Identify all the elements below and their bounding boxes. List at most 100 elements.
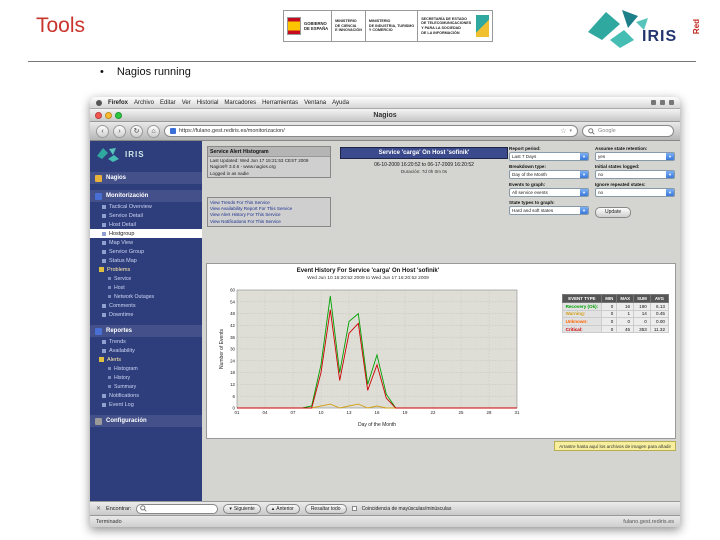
sidebar-item-host-detail[interactable]: Host Detail <box>90 220 202 229</box>
last-updated: Last Updated: Wed Jun 17 15:21:53 CEST 2… <box>210 157 309 163</box>
bullet-icon <box>108 367 111 370</box>
back-button[interactable]: ‹ <box>96 124 109 138</box>
sidebar-item-service-group[interactable]: Service Group <box>90 247 202 256</box>
menu-extra-icon[interactable] <box>651 100 656 105</box>
magnifier-icon <box>588 127 595 135</box>
svg-text:42: 42 <box>230 323 235 328</box>
window-title: Nagios <box>373 111 397 119</box>
update-button[interactable]: Update <box>595 206 632 218</box>
forward-button[interactable]: › <box>113 124 126 138</box>
legend-table: EVENT TYPE MIN MAX SUM AVG Recovery (Ok): 0 16 1… <box>561 294 670 334</box>
sidebar-item-network-outages[interactable]: Network Outages <box>90 292 202 301</box>
sidebar-item-problems[interactable]: Problems <box>90 265 202 274</box>
home-button[interactable]: ⌂ <box>147 124 160 138</box>
highlight-all-button[interactable]: Resaltar todo <box>304 503 347 514</box>
legend-header-row: EVENT TYPE MIN MAX SUM AVG <box>561 294 670 303</box>
address-bar[interactable]: https://fulano.gest.rediris.es/monitoriz… <box>164 125 578 137</box>
sidebar-item-service-detail[interactable]: Service Detail <box>90 211 202 220</box>
report-title: Service Alert Histogram <box>208 147 330 157</box>
sidebar-item-tactical-overview[interactable]: Tactical Overview <box>90 202 202 211</box>
svg-text:48: 48 <box>230 311 235 316</box>
sidebar-item-reportes[interactable]: Reportes <box>90 325 202 337</box>
sidebar-item-summary[interactable]: Summary <box>90 382 202 391</box>
menu-historial[interactable]: Historial <box>197 100 219 106</box>
sidebar-item-histogram[interactable]: Histogram <box>90 364 202 373</box>
menu-marcadores[interactable]: Marcadores <box>224 100 256 106</box>
match-case-checkbox[interactable] <box>351 506 357 511</box>
select-initial-states-logged[interactable]: no ▾ <box>595 170 675 179</box>
menu-ayuda[interactable]: Ayuda <box>332 100 349 106</box>
svg-text:10: 10 <box>319 410 324 415</box>
sidebar-item-event-log[interactable]: Event Log <box>90 400 202 409</box>
sidebar-brand-text: IRIS <box>125 149 145 159</box>
menu-ver[interactable]: Ver <box>182 100 191 106</box>
sidebar-item-map-view[interactable]: Map View <box>90 238 202 247</box>
page-title: Tools <box>36 14 86 37</box>
sidebar-item-trends[interactable]: Trends <box>90 337 202 346</box>
select-events-to-graph[interactable]: All service events ▾ <box>509 188 589 197</box>
slide: Tools GOBIERNO DE ESPAÑA MINISTERIO DE CI… <box>0 0 720 540</box>
plan-avanza-icon <box>476 15 490 37</box>
drop-images-notice: Arrastre hasta aquí los archivos de imag… <box>554 441 676 451</box>
select-state-types-to-graph[interactable]: Hard and soft states ▾ <box>509 206 589 215</box>
select-ignore-repeated-states[interactable]: no ▾ <box>595 188 675 197</box>
sidebar-item-history[interactable]: History <box>90 373 202 382</box>
select-arrow-icon: ▾ <box>580 189 588 196</box>
reload-button[interactable]: ↻ <box>130 124 143 138</box>
select-breakdown-type[interactable]: Day of the Month ▾ <box>509 170 589 179</box>
select-assume-state-retention[interactable]: yes ▾ <box>595 152 675 161</box>
sidebar-item-service[interactable]: Service <box>90 274 202 283</box>
find-prev-button[interactable]: ▴ Anterior <box>265 503 300 514</box>
legend-header: AVG <box>649 294 670 303</box>
svg-text:25: 25 <box>459 410 464 415</box>
menu-archivo[interactable]: Archivo <box>134 100 154 106</box>
menu-extra-icon[interactable] <box>669 100 674 105</box>
chart-title: Event History For Service 'carga' On Hos… <box>296 268 440 274</box>
sidebar-item-alerts[interactable]: Alerts <box>90 355 202 364</box>
find-next-button[interactable]: ▾ Siguiente <box>223 503 261 514</box>
sidebar-item-notifications[interactable]: Notifications <box>90 391 202 400</box>
rediris-mark-icon <box>97 148 119 162</box>
sidebar-item-nagios[interactable]: Nagios <box>90 172 202 184</box>
svg-text:24: 24 <box>230 358 235 363</box>
bullet-icon <box>108 277 111 280</box>
firefox-window: Firefox Archivo Editar Ver Historial Marcador… <box>90 97 680 527</box>
sidebar-item-status-map[interactable]: Status Map <box>90 256 202 265</box>
report-link-view-notifications-for-this-service[interactable]: View Notifications For This Service <box>210 218 328 224</box>
menu-editar[interactable]: Editar <box>160 100 176 106</box>
down-arrow-icon: ▾ <box>229 505 232 512</box>
sidebar-item-host[interactable]: Host <box>90 283 202 292</box>
menu-firefox[interactable]: Firefox <box>108 100 128 106</box>
sidebar-item-configuraci-n[interactable]: Configuración <box>90 415 202 427</box>
menu-ventana[interactable]: Ventana <box>304 100 326 106</box>
bullet-text: Nagios running <box>116 66 191 78</box>
report-info-box: Service Alert Histogram Last Updated: We… <box>207 146 331 178</box>
select-report-period[interactable]: Last 7 Days ▾ <box>509 152 589 161</box>
bullet-icon <box>102 240 106 245</box>
sidebar-item-downtime[interactable]: Downtime <box>90 310 202 319</box>
legend-row: Recovery (Ok): 0 16 190 6.13 <box>561 302 670 311</box>
window-titlebar[interactable]: Nagios <box>90 109 680 122</box>
svg-text:54: 54 <box>230 299 235 304</box>
control-report-period: Report period: Last 7 Days ▾ <box>509 146 589 161</box>
close-findbar-icon[interactable]: ✕ <box>96 505 101 512</box>
sidebar-item-availability[interactable]: Availability <box>90 346 202 355</box>
menu-herramientas[interactable]: Herramientas <box>262 100 298 106</box>
svg-text:36: 36 <box>230 335 235 340</box>
search-engine-label: Google <box>598 128 616 134</box>
apple-menu-icon[interactable] <box>96 99 102 106</box>
sidebar-item-monitorizaci-n[interactable]: Monitorización <box>90 190 202 202</box>
find-input[interactable] <box>136 503 219 514</box>
url-dropdown-icon[interactable]: ▾ <box>569 128 572 134</box>
status-host: fulano.gest.rediris.es <box>623 518 674 525</box>
menu-extra-icon[interactable] <box>660 100 665 105</box>
bookmark-star-icon[interactable]: ☆ <box>560 127 566 135</box>
bullet-item: • Nagios running <box>100 66 191 78</box>
sidebar-item-comments[interactable]: Comments <box>90 301 202 310</box>
search-input[interactable]: Google <box>582 125 674 137</box>
control-label: State types to graph: <box>509 200 555 205</box>
sidebar-item-label: Tactical Overview <box>109 203 152 210</box>
menubar-items: Firefox Archivo Editar Ver Historial Marcador… <box>108 100 349 106</box>
sidebar-item-label: Availability <box>109 347 135 354</box>
sidebar-item-hostgroup[interactable]: Hostgroup <box>90 229 202 238</box>
